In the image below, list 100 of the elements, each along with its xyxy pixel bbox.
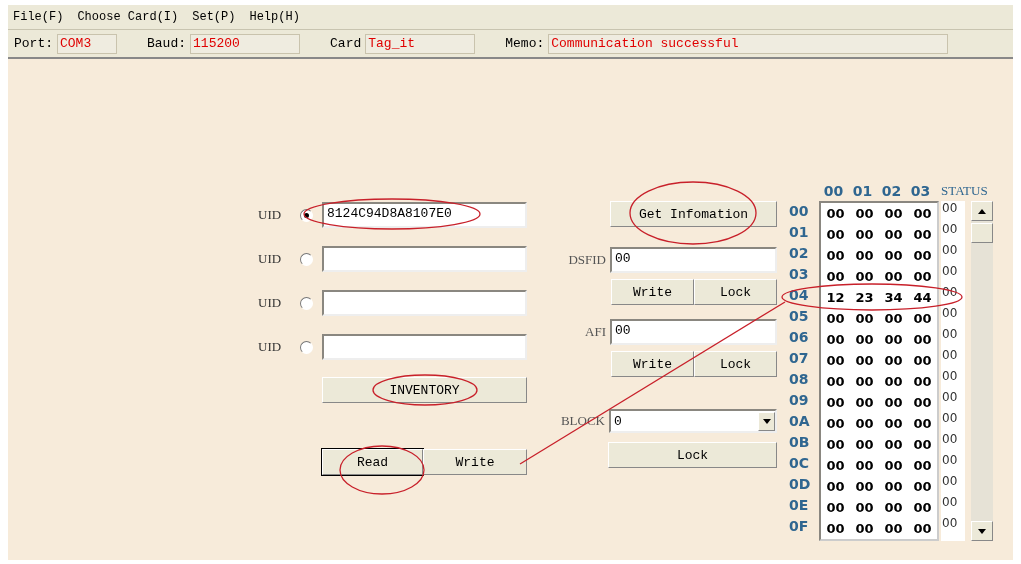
byte-cell-text: 00: [883, 374, 904, 389]
uid-field[interactable]: 8124C94D8A8107E0: [322, 202, 527, 228]
block-address: 0F: [789, 517, 810, 536]
uid-label: UID: [258, 295, 283, 311]
up-arrow-icon: [978, 208, 986, 214]
byte-cell-text: 00: [883, 269, 904, 284]
byte-cell-text: 00: [825, 269, 846, 284]
scroll-down-button[interactable]: [971, 521, 993, 541]
byte-cell-text: 00: [854, 227, 875, 242]
lock-button[interactable]: Lock: [694, 351, 777, 377]
uid-field[interactable]: [322, 334, 527, 360]
byte-cell-text: 00: [825, 227, 846, 242]
byte-cell-text: 00: [883, 479, 904, 494]
lock-button[interactable]: Lock: [694, 279, 777, 305]
status-cell-text: 00: [941, 264, 959, 280]
byte-cell-text: 34: [883, 290, 904, 305]
menu-item[interactable]: Choose Card(I): [77, 10, 179, 24]
write-button[interactable]: Write: [611, 279, 694, 305]
byte-cell-text: 23: [854, 290, 875, 305]
get-information-button[interactable]: Get Infomation: [610, 201, 777, 227]
menu-item[interactable]: Help(H): [249, 10, 300, 24]
status-cell-text: 00: [941, 369, 959, 385]
inventory-button[interactable]: INVENTORY: [322, 377, 527, 403]
radio-button[interactable]: [300, 340, 313, 354]
byte-cell-text: 00: [854, 500, 875, 515]
status-label: Card: [330, 36, 362, 51]
byte-cell-text: 00: [883, 395, 904, 410]
byte-cell-text: 00: [854, 458, 875, 473]
status-cell-text: 00: [941, 432, 959, 448]
byte-cell-text: 00: [912, 479, 933, 494]
dropdown-arrow-icon: [762, 418, 771, 424]
block-address: 04: [789, 286, 810, 305]
uid-field[interactable]: [322, 290, 527, 316]
menu-item[interactable]: File(F): [13, 10, 64, 24]
block-address: 01: [789, 223, 810, 242]
byte-cell-text: 00: [854, 395, 875, 410]
uid-field[interactable]: [322, 246, 527, 272]
column-header: 00: [822, 183, 845, 199]
byte-cell-text: 00: [912, 500, 933, 515]
write-button[interactable]: Write: [423, 449, 527, 475]
byte-cell-text: 00: [825, 521, 846, 536]
byte-cell-text: 00: [883, 521, 904, 536]
lock-button[interactable]: Lock: [608, 442, 777, 468]
write-button[interactable]: Write: [611, 351, 694, 377]
status-cell-text: 00: [941, 516, 959, 532]
byte-cell-text: 00: [883, 206, 904, 221]
status-cell-text: 00: [941, 222, 959, 238]
byte-cell-text: 00: [825, 332, 846, 347]
byte-cell-text: 00: [883, 248, 904, 263]
block-address: 0A: [789, 412, 811, 431]
status-label: Memo:: [505, 36, 545, 51]
byte-cell-text: 00: [912, 332, 933, 347]
byte-cell-text: 00: [883, 227, 904, 242]
read-button[interactable]: Read: [322, 449, 423, 475]
byte-cell-text: 00: [912, 437, 933, 452]
byte-cell-text: 00: [825, 311, 846, 326]
byte-cell-text: 00: [825, 395, 846, 410]
uid-label: UID: [258, 251, 283, 267]
column-header: 01: [851, 183, 874, 199]
byte-cell-text: 00: [854, 521, 875, 536]
status-cell-text: 00: [941, 201, 959, 217]
byte-cell-text: 12: [825, 290, 846, 305]
byte-cell-text: 00: [825, 374, 846, 389]
byte-cell-text: 00: [912, 269, 933, 284]
afi-field[interactable]: 00: [610, 319, 777, 345]
dsfid-field[interactable]: 00: [610, 247, 777, 273]
byte-cell-text: 00: [854, 311, 875, 326]
byte-cell-text: 00: [854, 437, 875, 452]
byte-cell-text: 00: [912, 353, 933, 368]
byte-cell-text: 00: [854, 353, 875, 368]
dsfid-label: DSFID: [568, 252, 606, 268]
byte-cell-text: 44: [912, 290, 933, 305]
scroll-thumb[interactable]: [971, 223, 993, 243]
status-cell-text: 00: [941, 243, 959, 259]
byte-cell-text: 00: [912, 395, 933, 410]
block-address: 09: [789, 391, 810, 410]
status-cell-text: 00: [941, 348, 959, 364]
byte-cell-text: 00: [912, 311, 933, 326]
byte-cell-text: 00: [912, 416, 933, 431]
byte-cell-text: 00: [854, 269, 875, 284]
byte-cell-text: 00: [854, 248, 875, 263]
byte-cell-text: 00: [854, 206, 875, 221]
scroll-up-button[interactable]: [971, 201, 993, 221]
radio-button[interactable]: [300, 252, 313, 266]
menu-item[interactable]: Set(P): [192, 10, 236, 24]
status-value: Communication successful: [548, 33, 949, 54]
status-label: Baud:: [147, 36, 187, 51]
block-address: 0C: [789, 454, 810, 473]
block-dropdown[interactable]: 0: [609, 409, 777, 433]
byte-cell-text: 00: [854, 332, 875, 347]
byte-cell-text: 00: [825, 206, 846, 221]
block-address: 07: [789, 349, 810, 368]
byte-cell-text: 00: [912, 248, 933, 263]
byte-cell-text: 00: [825, 353, 846, 368]
byte-cell-text: 00: [912, 521, 933, 536]
block-address: 02: [789, 244, 810, 263]
radio-button[interactable]: [300, 296, 313, 310]
scrollbar[interactable]: [971, 201, 993, 541]
byte-cell-text: 00: [825, 248, 846, 263]
byte-cell-text: 00: [883, 437, 904, 452]
